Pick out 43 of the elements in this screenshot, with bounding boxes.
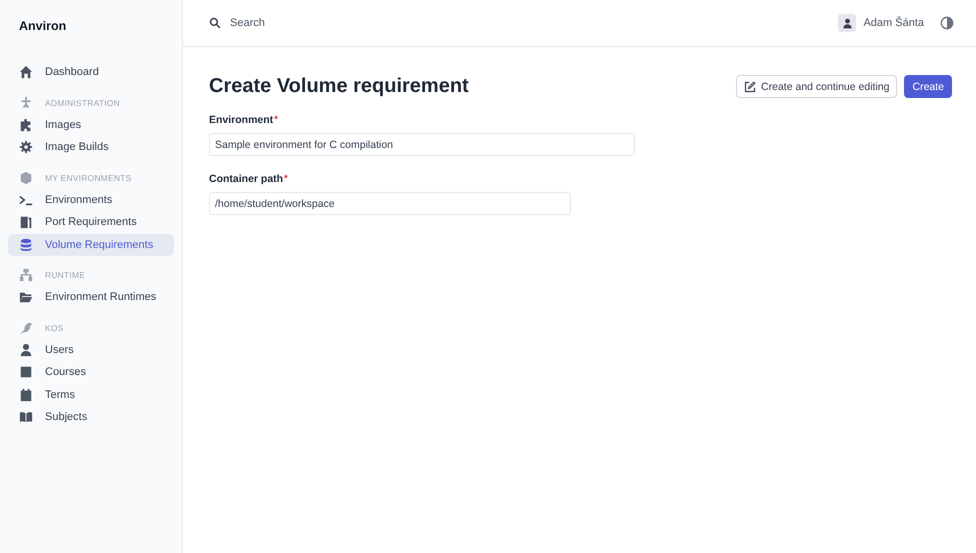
cube-icon [19, 170, 33, 184]
sidebar-item[interactable]: Users [8, 338, 174, 361]
app-brand: Anviron [18, 18, 68, 35]
sidebar-item[interactable]: Image Builds [8, 136, 174, 158]
section-heading: ADMINISTRATION [45, 98, 120, 108]
input-field[interactable]: Sample environment for C compilation [209, 133, 635, 156]
sidebar-item[interactable]: Terms [8, 384, 174, 406]
sitemap-icon [19, 268, 33, 282]
theme-toggle-icon[interactable] [940, 16, 954, 30]
sidebar-item[interactable]: Volume Requirements [8, 234, 174, 256]
sidebar-item[interactable]: Images [8, 114, 174, 136]
home-icon [19, 65, 33, 80]
section-heading: MY ENVIRONMENTS [45, 172, 132, 182]
input-field[interactable]: /home/student/workspace [209, 192, 571, 215]
sidebar-item[interactable]: Dashboard [8, 61, 174, 84]
required-mark: * [284, 173, 288, 183]
sidebar-item[interactable]: Subjects [8, 406, 174, 428]
search-field[interactable]: Search [228, 16, 432, 30]
search-icon [209, 17, 221, 29]
puzzle-icon [19, 118, 33, 132]
required-mark: * [274, 114, 278, 124]
calendar-icon [19, 388, 33, 402]
create-and-continue-button[interactable]: Create and continue editing [736, 75, 898, 98]
user-name[interactable]: Adam Šánta [863, 17, 924, 29]
sidebar-item[interactable]: Courses [8, 361, 174, 384]
bird-icon [19, 320, 33, 334]
create-button[interactable]: Create [904, 75, 952, 98]
gear-icon [19, 140, 33, 154]
folder-icon [19, 290, 33, 304]
section-heading: KOS [45, 322, 64, 332]
section-heading: RUNTIME [45, 270, 86, 280]
page-title: Create Volume requirement [209, 75, 469, 98]
open-book-icon [19, 410, 33, 424]
field-label: Container path [209, 173, 284, 185]
sidebar-item[interactable]: Environment Runtimes [8, 286, 174, 308]
sidebar-item[interactable]: Environments [8, 188, 174, 211]
user-icon [19, 342, 33, 357]
avatar-icon[interactable] [838, 14, 856, 32]
field-label: Environment [209, 114, 274, 126]
door-icon [19, 215, 33, 230]
sidebar-item[interactable]: Port Requirements [8, 211, 174, 234]
database-icon [19, 238, 33, 252]
edit-icon [744, 80, 756, 92]
